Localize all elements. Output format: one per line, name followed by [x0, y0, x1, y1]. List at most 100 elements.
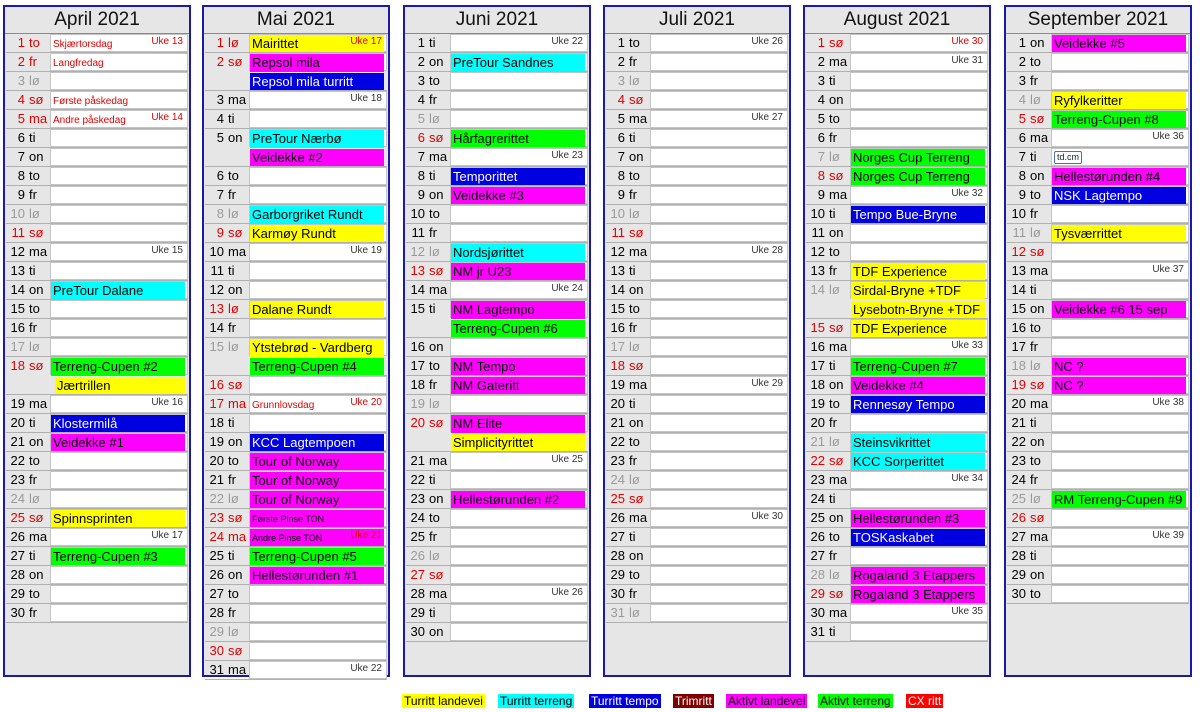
day-cell[interactable]: NSK Lagtempo [1051, 186, 1189, 205]
day-cell[interactable]: NM Lagtempo Terreng-Cupen #6 [450, 300, 588, 338]
day-cell[interactable]: Repsol mila Repsol mila turritt [249, 53, 387, 91]
day-cell[interactable]: Veidekke #6 15 sep [1051, 300, 1189, 319]
day-row[interactable]: 2 ma Uke 31 [806, 53, 988, 72]
day-cell[interactable] [450, 471, 588, 489]
day-row[interactable]: 21 on [606, 414, 788, 433]
day-row[interactable]: 12 ma Uke 15 [6, 243, 188, 262]
day-row[interactable]: 2 sø Repsol mila Repsol mila turritt [205, 53, 387, 91]
day-cell[interactable]: Uke 39 [1051, 528, 1189, 546]
day-row[interactable]: 20 sø NM Elite Simplicityrittet [406, 414, 588, 452]
day-cell[interactable] [850, 414, 988, 432]
day-row[interactable]: 27 sø [406, 566, 588, 585]
event-yellow[interactable]: TDF Experience [851, 320, 985, 338]
day-cell[interactable]: Uke 16 [50, 395, 188, 413]
day-cell[interactable] [650, 433, 788, 451]
day-cell[interactable]: Rogaland 3 Etappers [850, 566, 988, 585]
event-magenta[interactable]: Rogaland 3 Etappers [851, 586, 985, 604]
day-cell[interactable]: Rogaland 3 Etappers [850, 585, 988, 604]
day-row[interactable]: 18 ti [205, 414, 387, 433]
day-row[interactable]: 5 to [806, 110, 988, 129]
day-row[interactable]: 13 fr TDF Experience [806, 262, 988, 281]
day-row[interactable]: 28 fr [205, 604, 387, 623]
day-cell[interactable]: NC ? [1051, 376, 1189, 395]
day-cell[interactable] [1051, 585, 1189, 603]
day-row[interactable]: 1 to Skjærtorsdag Uke 13 [6, 34, 188, 53]
event-magenta[interactable]: Første Pinse TON [250, 510, 384, 528]
day-row[interactable]: 4 ti [205, 110, 387, 129]
day-cell[interactable] [450, 72, 588, 90]
day-cell[interactable] [50, 585, 188, 603]
day-cell[interactable]: Garborgriket Rundt [249, 205, 387, 224]
day-row[interactable]: 8 to [6, 167, 188, 186]
day-row[interactable]: 18 lø NC ? [1007, 357, 1189, 376]
day-row[interactable]: 22 to [606, 433, 788, 452]
day-row[interactable]: 27 fr [806, 547, 988, 566]
day-row[interactable]: 15 ti NM Lagtempo Terreng-Cupen #6 [406, 300, 588, 338]
event-green[interactable]: Terreng-Cupen #3 [51, 548, 185, 566]
day-cell[interactable]: NC ? [1051, 357, 1189, 376]
day-row[interactable]: 29 ti [406, 604, 588, 623]
day-cell[interactable] [650, 72, 788, 90]
day-cell[interactable] [650, 167, 788, 185]
day-row[interactable]: 7 fr [205, 186, 387, 205]
day-cell[interactable] [850, 623, 988, 641]
day-cell[interactable]: NM Tempo [450, 357, 588, 376]
day-row[interactable]: 23 sø Første Pinse TON [205, 509, 387, 528]
day-cell[interactable] [249, 414, 387, 432]
day-cell[interactable]: Uke 34 [850, 471, 988, 489]
day-row[interactable]: 13 sø NM jr U23 [406, 262, 588, 281]
day-cell[interactable] [1051, 547, 1189, 565]
day-row[interactable]: 3 ma Uke 18 [205, 91, 387, 110]
day-row[interactable]: 18 sø [606, 357, 788, 376]
day-cell[interactable] [50, 262, 188, 280]
event-green[interactable]: Norges Cup Terreng [851, 168, 985, 186]
day-cell[interactable] [650, 186, 788, 204]
day-cell[interactable]: Andre Pinse TON Uke 21 [249, 528, 387, 547]
day-row[interactable]: 14 on PreTour Dalane [6, 281, 188, 300]
event-green[interactable]: Terreng-Cupen #6 [451, 320, 585, 338]
day-row[interactable]: 24 fr [1007, 471, 1189, 490]
day-row[interactable]: 25 fr [406, 528, 588, 547]
event-yellow[interactable]: Simplicityrittet [451, 434, 585, 452]
day-row[interactable]: 21 fr Tour of Norway [205, 471, 387, 490]
day-cell[interactable] [450, 528, 588, 546]
day-row[interactable]: 18 on Veidekke #4 [806, 376, 988, 395]
day-cell[interactable]: Uke 36 [1051, 129, 1189, 147]
day-row[interactable]: 26 lø [406, 547, 588, 566]
day-row[interactable]: 15 to [6, 300, 188, 319]
day-row[interactable]: 17 lø [6, 338, 188, 357]
day-cell[interactable] [450, 205, 588, 223]
day-cell[interactable] [249, 376, 387, 394]
day-cell[interactable]: Terreng-Cupen #2 Jærtrillen [50, 357, 188, 395]
day-cell[interactable] [249, 262, 387, 280]
day-cell[interactable] [1051, 281, 1189, 299]
day-row[interactable]: 2 to [1007, 53, 1189, 72]
day-cell[interactable] [1051, 319, 1189, 337]
day-cell[interactable]: Nordsjørittet [450, 243, 588, 262]
day-row[interactable]: 17 lø [606, 338, 788, 357]
event-magenta[interactable]: Veidekke #6 15 sep [1052, 301, 1186, 319]
day-cell[interactable]: PreTour Nærbø Veidekke #2 [249, 129, 387, 167]
day-row[interactable]: 23 on Hellestørunden #2 [406, 490, 588, 509]
day-row[interactable]: 23 fr [606, 452, 788, 471]
day-cell[interactable] [249, 319, 387, 337]
event-magenta[interactable]: Veidekke #1 [51, 434, 185, 452]
day-row[interactable]: 6 ti [606, 129, 788, 148]
day-row[interactable]: 14 ma Uke 24 [406, 281, 588, 300]
event-blue[interactable]: KCC Lagtempoen [250, 434, 384, 452]
day-cell[interactable] [50, 566, 188, 584]
day-cell[interactable]: TOSKaskabet [850, 528, 988, 547]
day-cell[interactable]: Første Pinse TON [249, 509, 387, 528]
day-row[interactable]: 10 to [406, 205, 588, 224]
day-cell[interactable]: Hellestørunden #3 [850, 509, 988, 528]
day-cell[interactable]: Veidekke #5 [1051, 34, 1189, 53]
day-cell[interactable]: Rennesøy Tempo [850, 395, 988, 414]
day-row[interactable]: 30 to [1007, 585, 1189, 604]
day-row[interactable]: 30 fr [6, 604, 188, 623]
event-magenta[interactable]: Tour of Norway [250, 491, 384, 509]
day-cell[interactable]: Veidekke #4 [850, 376, 988, 395]
day-row[interactable]: 3 lø [6, 72, 188, 91]
day-row[interactable]: 28 on [606, 547, 788, 566]
day-row[interactable]: 27 ti Terreng-Cupen #3 [6, 547, 188, 566]
day-cell[interactable]: Terreng-Cupen #5 [249, 547, 387, 566]
